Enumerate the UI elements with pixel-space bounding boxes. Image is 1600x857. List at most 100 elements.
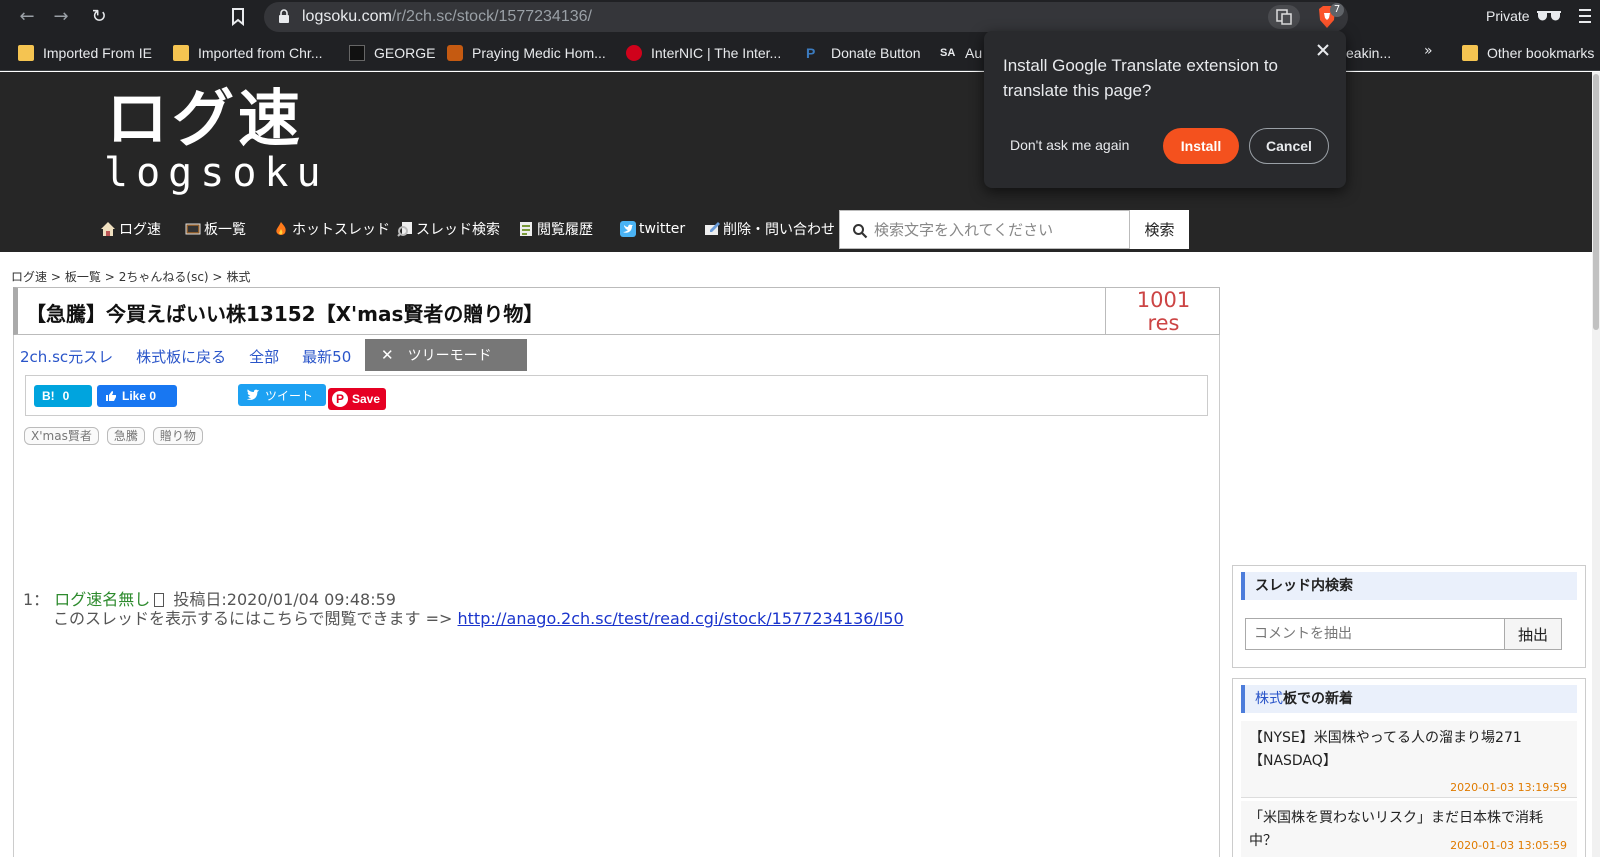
fire-icon bbox=[276, 222, 286, 235]
praying-medic-icon bbox=[447, 45, 463, 61]
bookmark-donate[interactable]: P Donate Button bbox=[806, 43, 921, 63]
history-icon bbox=[520, 222, 532, 236]
folder-icon bbox=[173, 45, 189, 61]
breadcrumb: ログ速 > 板一覧 > 2ちゃんねる(sc) > 株式 bbox=[11, 268, 254, 285]
back-to-board-link[interactable]: 株式板に戻る bbox=[136, 346, 226, 366]
translate-icon[interactable] bbox=[1268, 5, 1300, 29]
hatena-icon: B! bbox=[42, 389, 55, 403]
hatena-count: 0 bbox=[62, 389, 70, 403]
forward-arrow-icon[interactable]: → bbox=[50, 6, 72, 28]
latest-50-link[interactable]: 最新50 bbox=[302, 346, 351, 366]
comment-filter-input[interactable] bbox=[1245, 618, 1505, 650]
original-thread-link[interactable]: 2ch.sc元スレ bbox=[20, 346, 113, 366]
dont-ask-again-button[interactable]: Don't ask me again bbox=[1010, 137, 1129, 153]
site-search-button[interactable]: 検索 bbox=[1129, 210, 1189, 249]
site-search: 検索 bbox=[839, 210, 1189, 249]
site-logo-jp[interactable]: ログ速 bbox=[106, 84, 304, 154]
sidebar-news-heading: 株式板での新着 bbox=[1241, 685, 1577, 713]
back-arrow-icon[interactable]: ← bbox=[16, 6, 38, 28]
tag-item[interactable]: 急騰 bbox=[106, 427, 145, 445]
bookmark-eakin[interactable]: eakin... bbox=[1346, 43, 1391, 63]
bookmark-au[interactable]: SA Au bbox=[940, 43, 982, 63]
contact-icon bbox=[705, 222, 720, 235]
pinterest-icon: P bbox=[332, 391, 348, 407]
monitor-icon bbox=[185, 223, 201, 235]
translate-extension-popup: Install Google Translate extension to tr… bbox=[984, 31, 1346, 188]
browser-toolbar: ← → ↻ logsoku.com/r/2ch.sc/stock/1577234… bbox=[0, 0, 1600, 35]
post-date: 投稿日:2020/01/04 09:48:59 bbox=[173, 590, 396, 609]
cancel-button[interactable]: Cancel bbox=[1249, 128, 1329, 164]
nav-contact[interactable]: 削除・問い合わせ bbox=[704, 218, 835, 240]
tag-item[interactable]: X'mas賢者 bbox=[24, 427, 99, 445]
news-date: 2020-01-03 13:19:59 bbox=[1450, 781, 1567, 794]
res-label: res bbox=[1147, 311, 1180, 335]
site-logo-en[interactable]: logsoku bbox=[104, 150, 329, 196]
all-posts-link[interactable]: 全部 bbox=[249, 346, 279, 366]
nav-history[interactable]: 閲覧履歴 bbox=[518, 218, 593, 240]
address-bar[interactable]: logsoku.com/r/2ch.sc/stock/1577234136/ bbox=[264, 2, 1348, 32]
nav-thread-search[interactable]: スレッド検索 bbox=[397, 218, 500, 240]
thread-tags: X'mas賢者 急騰 贈り物 bbox=[24, 427, 211, 445]
breadcrumb-home[interactable]: ログ速 > bbox=[11, 268, 61, 285]
lock-icon bbox=[279, 9, 289, 23]
res-count: 1001 bbox=[1136, 288, 1191, 312]
extract-button[interactable]: 抽出 bbox=[1504, 618, 1562, 650]
paypal-icon: P bbox=[806, 45, 816, 61]
sa-icon: SA bbox=[940, 47, 956, 59]
twitter-icon bbox=[620, 221, 636, 237]
nav-home[interactable]: ログ速 bbox=[100, 218, 161, 240]
install-button[interactable]: Install bbox=[1163, 128, 1239, 164]
page-scrollbar-thumb[interactable] bbox=[1593, 74, 1599, 330]
breadcrumb-2ch[interactable]: 2ちゃんねる(sc) > bbox=[119, 268, 223, 285]
sidebar-search-heading: スレッド内検索 bbox=[1241, 572, 1577, 600]
private-label: Private bbox=[1486, 8, 1530, 24]
thread-container bbox=[13, 287, 1220, 857]
internic-icon bbox=[626, 45, 642, 61]
post-header: 1： ログ速名無し 投稿日:2020/01/04 09:48:59 bbox=[23, 590, 396, 610]
close-icon[interactable] bbox=[1315, 42, 1331, 58]
bookmark-star-icon[interactable] bbox=[231, 8, 245, 26]
board-link[interactable]: 株式 bbox=[1255, 691, 1283, 707]
bookmark-internic[interactable]: InterNIC | The Inter... bbox=[626, 43, 781, 63]
bookmark-imported-ie[interactable]: Imported From IE bbox=[18, 43, 152, 63]
hatena-bookmark-button[interactable]: B! 0 bbox=[34, 385, 92, 407]
bookmark-george[interactable]: GEORGE bbox=[349, 43, 435, 63]
post-link[interactable]: http://anago.2ch.sc/test/read.cgi/stock/… bbox=[458, 609, 904, 628]
tree-mode-button[interactable]: ✕ ツリーモード bbox=[365, 339, 527, 371]
breadcrumb-stock: 株式 bbox=[226, 270, 251, 284]
twitter-bird-icon bbox=[246, 389, 260, 400]
bookmark-imported-chrome[interactable]: Imported from Chr... bbox=[173, 43, 322, 63]
social-share-bar: B! 0 Like 0 ツイート P Save bbox=[25, 375, 1208, 416]
george-icon bbox=[349, 45, 365, 61]
close-icon: ✕ bbox=[381, 346, 394, 364]
list-item[interactable]: 【NYSE】米国株やってる人の溜まり場271【NASDAQ】 2020-01-0… bbox=[1241, 721, 1577, 798]
thumbs-up-icon bbox=[106, 391, 116, 401]
tweet-button[interactable]: ツイート bbox=[238, 384, 326, 406]
bookmark-praying-medic[interactable]: Praying Medic Hom... bbox=[447, 43, 606, 63]
folder-icon bbox=[18, 45, 34, 61]
reload-icon[interactable]: ↻ bbox=[88, 6, 110, 28]
tag-item[interactable]: 贈り物 bbox=[152, 427, 203, 445]
site-search-input[interactable] bbox=[874, 216, 1114, 244]
list-item[interactable]: 「米国株を買わないリスク」まだ日本株で消耗中？ 2020-01-03 13:05… bbox=[1241, 801, 1577, 857]
thread-links: 2ch.sc元スレ 株式板に戻る 全部 最新50 bbox=[20, 346, 374, 366]
nav-hot-threads[interactable]: ホットスレッド bbox=[273, 218, 390, 240]
pinterest-save-button[interactable]: P Save bbox=[328, 388, 386, 410]
nav-boards[interactable]: 板一覧 bbox=[185, 218, 246, 240]
facebook-like-button[interactable]: Like 0 bbox=[97, 385, 177, 407]
url-text: logsoku.com/r/2ch.sc/stock/1577234136/ bbox=[302, 8, 592, 25]
breadcrumb-boards[interactable]: 板一覧 > bbox=[65, 268, 115, 285]
news-date: 2020-01-03 13:05:59 bbox=[1450, 839, 1567, 852]
popup-message: Install Google Translate extension to tr… bbox=[1003, 56, 1278, 100]
menu-icon[interactable] bbox=[1578, 6, 1592, 26]
bookmarks-bar: Imported From IE Imported from Chr... GE… bbox=[0, 35, 1600, 71]
post-author: ログ速名無し bbox=[54, 590, 151, 609]
nav-twitter[interactable]: twitter bbox=[620, 218, 685, 240]
bookmark-other[interactable]: Other bookmarks bbox=[1462, 43, 1594, 63]
bookmarks-overflow[interactable]: » bbox=[1424, 43, 1433, 59]
private-glasses-icon bbox=[1537, 11, 1561, 21]
post-number[interactable]: 1： bbox=[23, 590, 49, 609]
folder-icon bbox=[1462, 45, 1478, 61]
site-header: ログ速 logsoku ログ速 板一覧 ホットスレッド スレッド検索 閲覧履歴 … bbox=[0, 72, 1592, 252]
news-title: 【NYSE】米国株やってる人の溜まり場271【NASDAQ】 bbox=[1249, 730, 1522, 769]
